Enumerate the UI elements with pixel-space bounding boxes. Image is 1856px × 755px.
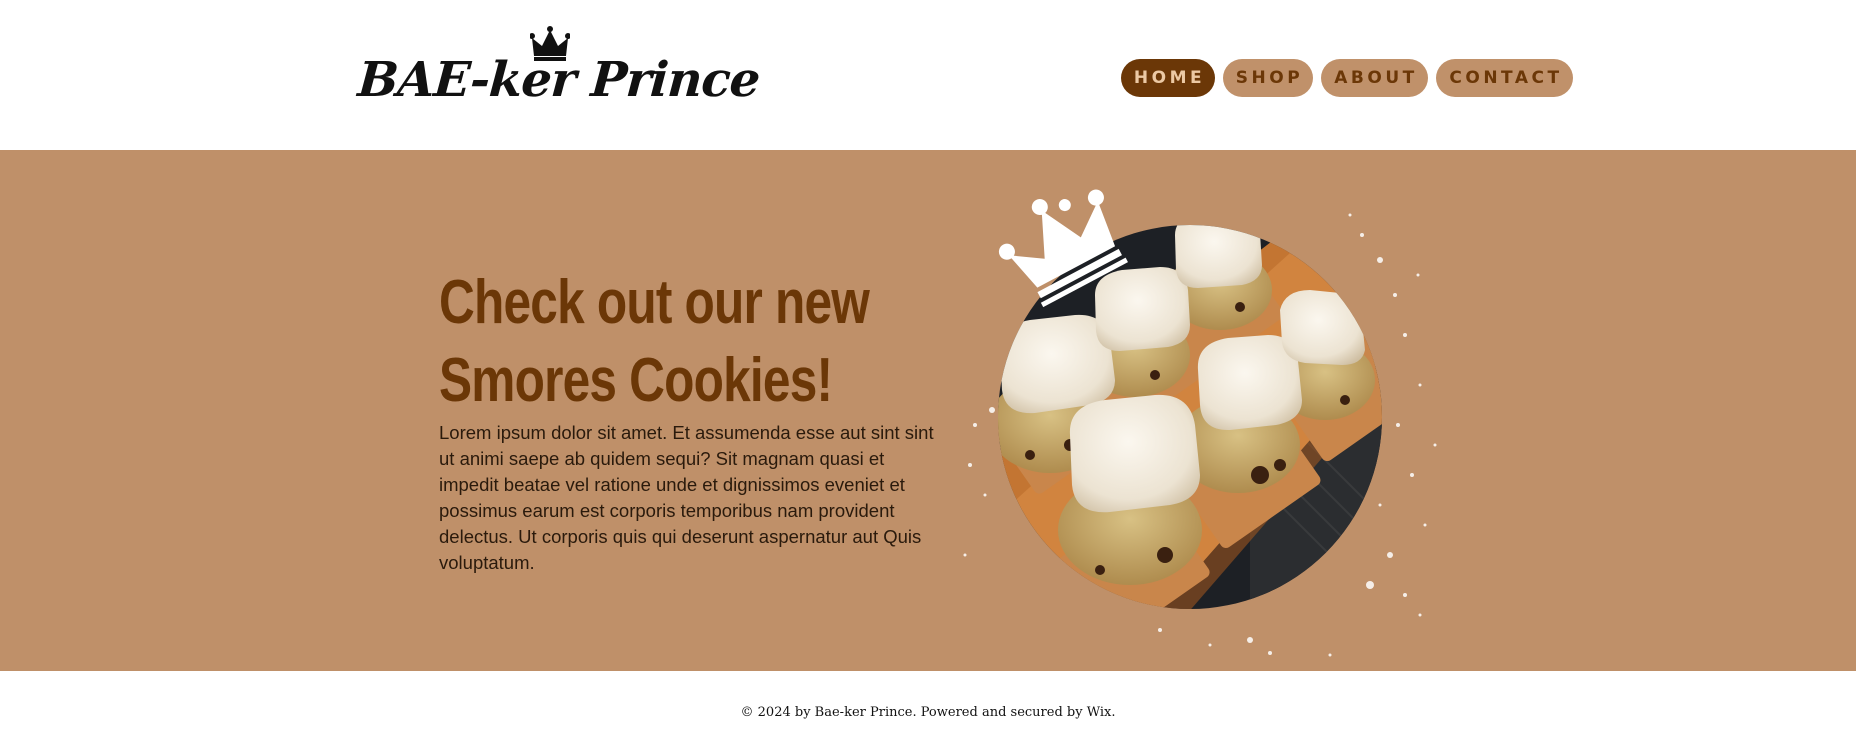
hero-title-line-1: Check out our new: [439, 268, 870, 337]
hero-title: Check out our new Smores Cookies!: [439, 264, 870, 420]
site-logo[interactable]: BAE-ker Prince: [356, 26, 761, 116]
nav-home[interactable]: HOME: [1121, 59, 1215, 97]
site-footer: © 2024 by Bae-ker Prince. Powered and se…: [0, 671, 1856, 755]
site-header: BAE-ker Prince HOME SHOP ABOUT CONTACT: [0, 0, 1856, 150]
nav-shop[interactable]: SHOP: [1223, 59, 1313, 97]
hero-title-line-2: Smores Cookies!: [439, 346, 833, 415]
hero-section: Check out our new Smores Cookies! Lorem …: [0, 150, 1856, 671]
footer-copyright: © 2024 by Bae-ker Prince. Powered and se…: [740, 705, 1116, 720]
main-nav: HOME SHOP ABOUT CONTACT: [1121, 59, 1573, 97]
nav-about[interactable]: ABOUT: [1321, 59, 1428, 97]
hero-image-group: [963, 189, 1437, 657]
logo-text: BAE-ker Prince: [356, 52, 762, 108]
nav-contact[interactable]: CONTACT: [1436, 59, 1573, 97]
hero-description: Lorem ipsum dolor sit amet. Et assumenda…: [439, 422, 934, 573]
